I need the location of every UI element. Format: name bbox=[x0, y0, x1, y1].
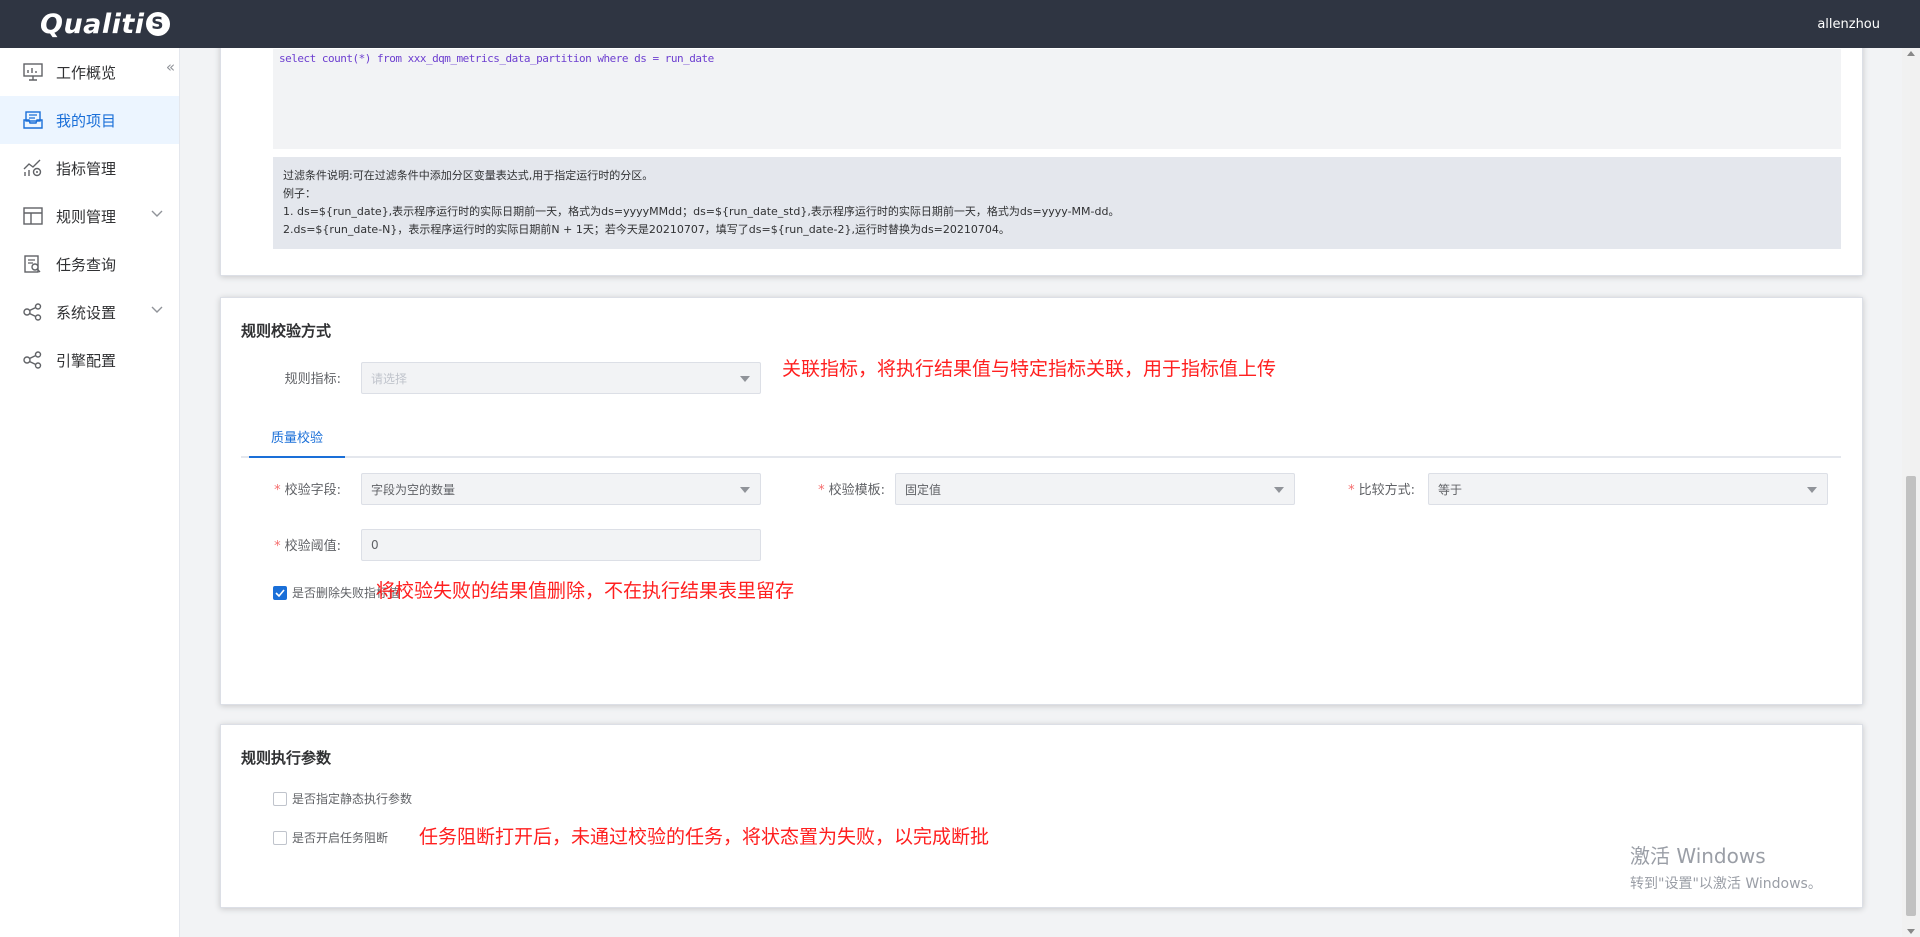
caret-down-icon bbox=[740, 376, 750, 382]
sidebar-item-tasks[interactable]: 任务查询 bbox=[0, 240, 179, 288]
metric-label: 规则指标: bbox=[284, 372, 341, 387]
layout-icon bbox=[22, 205, 44, 227]
hint-line: 1. ds=${run_date},表示程序运行时的实际日期前一天，格式为ds=… bbox=[283, 205, 1120, 218]
delete-annotation: 将校验失败的结果值删除，不在执行结果表里留存 bbox=[376, 580, 795, 602]
sidebar-item-engine[interactable]: 引擎配置 bbox=[0, 336, 179, 384]
caret-down-icon bbox=[740, 487, 750, 493]
logo-badge: S bbox=[145, 12, 170, 36]
hint-line: 2.ds=${run_date-N}，表示程序运行时的实际日期前N + 1天；若… bbox=[283, 223, 1010, 236]
filter-card: select count(*) from xxx_dqm_metrics_dat… bbox=[220, 48, 1863, 276]
filter-hint: 过滤条件说明:可在过滤条件中添加分区变量表达式,用于指定运行时的分区。 例子： … bbox=[273, 157, 1841, 249]
scroll-up-arrow[interactable] bbox=[1907, 51, 1915, 56]
static-params-label: 是否指定静态执行参数 bbox=[292, 792, 413, 806]
compare-label-text: 比较方式: bbox=[1358, 483, 1415, 498]
user-name[interactable]: allenzhou bbox=[1817, 17, 1880, 32]
task-block-checkbox-row[interactable]: 是否开启任务阻断 bbox=[273, 829, 388, 846]
windows-watermark: 激活 Windows 转到"设置"以激活 Windows。 bbox=[1630, 840, 1822, 893]
sidebar-item-label: 任务查询 bbox=[56, 255, 117, 274]
field-select[interactable]: 字段为空的数量 bbox=[361, 473, 761, 505]
vertical-scrollbar[interactable] bbox=[1902, 48, 1920, 937]
threshold-label: * 校验阈值: bbox=[251, 535, 341, 554]
logo-text: Qualiti bbox=[40, 8, 145, 40]
compare-value: 等于 bbox=[1438, 482, 1463, 497]
sidebar-item-label: 工作概览 bbox=[56, 63, 117, 82]
hint-line: 过滤条件说明:可在过滤条件中添加分区变量表达式,用于指定运行时的分区。 bbox=[283, 169, 654, 182]
sidebar-item-label: 系统设置 bbox=[56, 303, 117, 322]
checkbox-checked[interactable] bbox=[273, 585, 287, 600]
template-select[interactable]: 固定值 bbox=[895, 473, 1295, 505]
sidebar-item-label: 指标管理 bbox=[56, 159, 117, 178]
execution-title: 规则执行参数 bbox=[241, 749, 332, 767]
sidebar-item-overview[interactable]: 工作概览 bbox=[0, 48, 179, 96]
metric-chart-icon bbox=[22, 157, 44, 179]
required-asterisk: * bbox=[274, 539, 281, 554]
top-bar: Qualiti S allenzhou bbox=[0, 0, 1920, 48]
sidebar-item-settings[interactable]: 系统设置 bbox=[0, 288, 179, 336]
tab-bar: 质量校验 bbox=[241, 424, 1841, 458]
checkbox-unchecked[interactable] bbox=[273, 791, 287, 806]
sidebar-item-my-projects[interactable]: 我的项目 bbox=[0, 96, 179, 144]
caret-down-icon bbox=[1807, 487, 1817, 493]
hint-line: 例子： bbox=[283, 187, 316, 200]
watermark-line: 转到"设置"以激活 Windows。 bbox=[1630, 876, 1822, 892]
required-asterisk: * bbox=[1348, 483, 1355, 498]
check-icon bbox=[275, 588, 285, 597]
scroll-thumb[interactable] bbox=[1906, 476, 1916, 916]
caret-down-icon bbox=[1274, 487, 1284, 493]
required-asterisk: * bbox=[818, 483, 825, 498]
field-label-text: 校验字段: bbox=[284, 483, 341, 498]
sidebar: « 工作概览 我的项目 指标管理 规则管理 任务查询 系统设置 引擎配置 bbox=[0, 48, 180, 937]
sidebar-item-rules[interactable]: 规则管理 bbox=[0, 192, 179, 240]
template-label-text: 校验模板: bbox=[828, 483, 885, 498]
filter-code-editor[interactable]: select count(*) from xxx_dqm_metrics_dat… bbox=[273, 49, 1841, 149]
metric-placeholder: 请选择 bbox=[371, 371, 408, 386]
field-value: 字段为空的数量 bbox=[371, 482, 456, 497]
main-content: select count(*) from xxx_dqm_metrics_dat… bbox=[180, 48, 1902, 937]
block-annotation: 任务阻断打开后，未通过校验的任务，将状态置为失败，以完成断批 bbox=[419, 826, 990, 848]
sidebar-item-label: 引擎配置 bbox=[56, 351, 117, 370]
share-icon bbox=[22, 349, 44, 371]
metric-select[interactable]: 请选择 bbox=[361, 362, 761, 394]
threshold-label-text: 校验阈值: bbox=[284, 539, 341, 554]
watermark-line: 激活 Windows bbox=[1630, 844, 1766, 868]
chevron-down-icon bbox=[151, 208, 163, 221]
checkbox-unchecked[interactable] bbox=[273, 830, 287, 845]
sidebar-item-label: 规则管理 bbox=[56, 207, 117, 226]
threshold-value: 0 bbox=[371, 538, 379, 552]
threshold-input[interactable]: 0 bbox=[361, 529, 761, 561]
monitor-chart-icon bbox=[22, 61, 44, 83]
execution-card: 规则执行参数 是否指定静态执行参数 是否开启任务阻断 任务阻断打开后，未通过校验… bbox=[220, 724, 1863, 908]
search-doc-icon bbox=[22, 253, 44, 275]
scroll-down-arrow[interactable] bbox=[1907, 929, 1915, 934]
sidebar-item-metrics[interactable]: 指标管理 bbox=[0, 144, 179, 192]
sidebar-item-label: 我的项目 bbox=[56, 111, 117, 130]
compare-label: * 比较方式: bbox=[1315, 479, 1415, 498]
compare-select[interactable]: 等于 bbox=[1428, 473, 1828, 505]
app-logo[interactable]: Qualiti S bbox=[40, 9, 170, 40]
chevron-down-icon bbox=[151, 304, 163, 317]
tab-quality-check[interactable]: 质量校验 bbox=[249, 424, 345, 458]
validation-title: 规则校验方式 bbox=[241, 322, 332, 340]
share-icon bbox=[22, 301, 44, 323]
static-params-checkbox-row[interactable]: 是否指定静态执行参数 bbox=[273, 790, 412, 807]
field-label: * 校验字段: bbox=[251, 479, 341, 498]
required-asterisk: * bbox=[274, 483, 281, 498]
inbox-icon bbox=[22, 109, 44, 131]
template-label: * 校验模板: bbox=[785, 479, 885, 498]
metric-annotation: 关联指标，将执行结果值与特定指标关联，用于指标值上传 bbox=[782, 358, 1277, 380]
code-line: select count(*) from xxx_dqm_metrics_dat… bbox=[279, 52, 714, 65]
validation-card: 规则校验方式 规则指标: 请选择 关联指标，将执行结果值与特定指标关联，用于指标… bbox=[220, 297, 1863, 705]
template-value: 固定值 bbox=[905, 482, 942, 497]
task-block-label: 是否开启任务阻断 bbox=[292, 831, 389, 845]
